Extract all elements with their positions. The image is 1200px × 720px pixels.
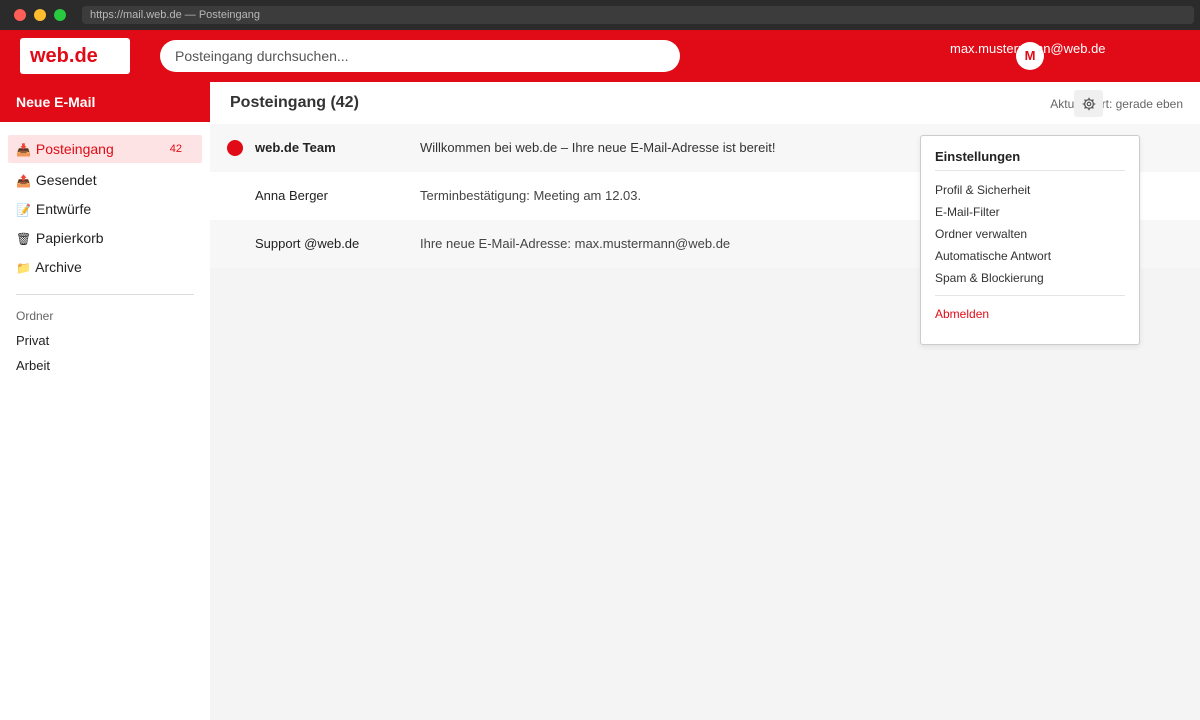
sidebar: Neue E-Mail 📥 Posteingang 42 📤 Gesendet … xyxy=(0,82,210,720)
search-input[interactable] xyxy=(160,40,680,72)
trash-icon: 🗑 xyxy=(16,232,32,246)
mail-sender: web.de Team xyxy=(255,140,336,155)
unread-indicator xyxy=(227,140,243,156)
minimize-window-button[interactable] xyxy=(34,9,46,21)
maximize-window-button[interactable] xyxy=(54,9,66,21)
close-window-button[interactable] xyxy=(14,9,26,21)
compose-button[interactable]: Neue E-Mail xyxy=(0,82,210,122)
dropdown-divider xyxy=(935,170,1125,171)
archive-icon: 📁 xyxy=(16,261,31,275)
logout-button[interactable]: Abmelden xyxy=(935,307,989,321)
sidebar-item-posteingang[interactable]: 📥 Posteingang 42 xyxy=(8,135,202,163)
settings-button[interactable] xyxy=(1074,90,1103,117)
last-updated-text: Aktualisiert: gerade eben xyxy=(1050,97,1183,111)
dropdown-divider xyxy=(935,295,1125,296)
sidebar-item-entwuerfe[interactable]: 📝 Entwürfe xyxy=(8,195,202,223)
page-title: Posteingang (42) xyxy=(230,94,359,111)
mail-subject: Ihre neue E-Mail-Adresse: max.mustermann… xyxy=(420,236,731,251)
sidebar-divider xyxy=(16,294,194,295)
draft-icon: 📝 xyxy=(16,203,31,217)
unread-count-badge: 42 xyxy=(169,143,182,155)
sidebar-item-label: Papierkorb xyxy=(35,230,104,246)
sidebar-item-gesendet[interactable]: 📤 Gesendet xyxy=(8,166,202,194)
menu-item-spam-blockierung[interactable]: Spam & Blockierung xyxy=(935,271,1044,285)
app-header: web.de max.mustermann@web.de M xyxy=(0,30,1200,82)
menu-item-email-filter[interactable]: E-Mail-Filter xyxy=(935,205,1000,219)
sidebar-item-label: Entwürfe xyxy=(35,201,92,217)
folder-item-privat[interactable]: Privat xyxy=(16,333,49,348)
mail-subject: Terminbestätigung: Meeting am 12.03. xyxy=(420,188,642,203)
sidebar-item-papierkorb[interactable]: 🗑 Papierkorb xyxy=(8,224,202,252)
sent-icon: 📤 xyxy=(16,174,31,188)
address-bar[interactable]: https://mail.web.de — Posteingang xyxy=(82,6,1194,24)
folders-heading: Ordner xyxy=(16,309,54,323)
folder-item-arbeit[interactable]: Arbeit xyxy=(16,358,50,373)
settings-dropdown-title: Einstellungen xyxy=(935,149,1021,164)
browser-chrome: https://mail.web.de — Posteingang xyxy=(0,0,1200,30)
sidebar-item-label: Gesendet xyxy=(35,172,97,188)
menu-item-profil-sicherheit[interactable]: Profil & Sicherheit xyxy=(935,183,1030,197)
menu-item-automatische-antwort[interactable]: Automatische Antwort xyxy=(935,249,1051,263)
sidebar-item-label: Posteingang xyxy=(35,141,114,157)
mail-subject: Willkommen bei web.de – Ihre neue E-Mail… xyxy=(420,140,776,155)
mail-list-header: Posteingang (42) Aktualisiert: gerade eb… xyxy=(210,82,1200,124)
mail-sender: Support @web.de xyxy=(255,236,360,251)
sidebar-item-archive[interactable]: 📁 Archive xyxy=(8,253,202,281)
menu-item-ordner-verwalten[interactable]: Ordner verwalten xyxy=(935,227,1027,241)
inbox-icon: 📥 xyxy=(16,143,31,157)
settings-dropdown: Einstellungen Profil & Sicherheit E-Mail… xyxy=(920,135,1140,345)
gear-icon xyxy=(1082,97,1095,111)
webde-logo[interactable]: web.de xyxy=(20,38,130,74)
sidebar-item-label: Archive xyxy=(35,259,82,275)
avatar[interactable]: M xyxy=(1016,42,1044,70)
mail-sender: Anna Berger xyxy=(255,188,328,203)
